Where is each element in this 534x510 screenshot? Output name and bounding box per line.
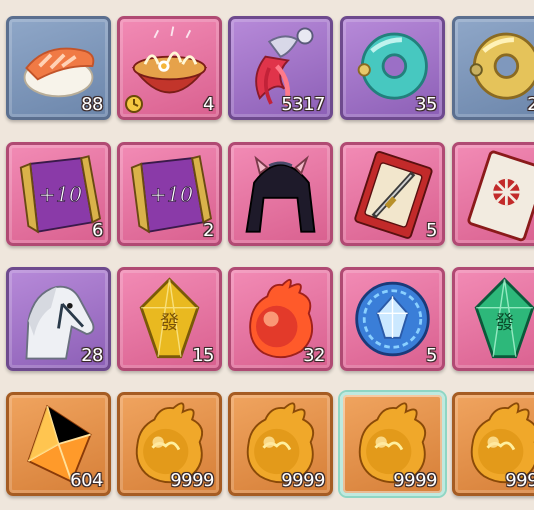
clock-icon [125,95,143,113]
item-quantity: 6 [92,220,103,241]
item-quantity: 604 [70,470,103,491]
item-quantity: 9999 [505,470,534,491]
item-quantity: 35 [415,94,437,115]
inventory-slot-salmon-sushi[interactable]: 88 [6,16,111,120]
item-quantity: 5 [426,220,437,241]
inventory-slot-red-ribbon-charm[interactable]: 5317 [228,16,333,120]
item-quantity: 5 [426,345,437,366]
inventory-grid: 88 4 5317 35 26 +10 6 +10 [0,0,534,510]
item-quantity: 4 [203,94,214,115]
item-quantity: 9999 [393,470,437,491]
svg-text:+10: +10 [39,183,83,207]
inventory-slot-ramen-bowl[interactable]: 4 [117,16,222,120]
inventory-slot-upgrade-scroll-plus10[interactable]: +10 6 [6,142,111,246]
svg-text:發: 發 [495,311,514,333]
inventory-slot-red-fire-orb[interactable]: 32 [228,267,333,371]
item-quantity: 2 [203,220,214,241]
inventory-slot-green-gem[interactable]: 發5 [452,267,534,371]
item-quantity: 32 [303,345,325,366]
item-quantity: 28 [81,345,103,366]
item-quantity: 9999 [170,470,214,491]
inventory-slot-upgrade-scroll-plus10[interactable]: +10 2 [117,142,222,246]
inventory-slot-white-horse[interactable]: 28 [6,267,111,371]
crest-card-icon [467,150,534,242]
svg-text:+10: +10 [150,183,194,207]
inventory-slot-gold-fire-orb[interactable]: 9999 [452,392,534,496]
inventory-slot-blue-crystal-orb[interactable]: 5 [340,267,445,371]
inventory-slot-jade-ring-gold[interactable]: 26 [452,16,534,120]
inventory-slot-gold-gem[interactable]: 發 15 [117,267,222,371]
inventory-slot-gold-fire-orb[interactable]: 9999 [117,392,222,496]
inventory-slot-jade-ring-teal[interactable]: 35 [340,16,445,120]
item-quantity: 15 [192,345,214,366]
inventory-slot-katana-card[interactable]: 5 [340,142,445,246]
item-quantity: 88 [81,94,103,115]
item-quantity: 5317 [281,94,325,115]
item-quantity: 9999 [281,470,325,491]
inventory-slot-orange-crystal[interactable]: 604 [6,392,111,496]
black-hair-wig-icon [245,155,316,233]
svg-text:發: 發 [160,311,179,333]
inventory-slot-gold-fire-orb[interactable]: 9999 [340,392,445,496]
jade-ring-gold-icon [469,32,534,100]
green-gem-icon: 發 [474,277,534,359]
inventory-slot-crest-card[interactable]: 2 [452,142,534,246]
inventory-slot-black-hair-wig[interactable] [228,142,333,246]
item-quantity: 26 [527,95,534,115]
inventory-slot-gold-fire-orb[interactable]: 9999 [228,392,333,496]
